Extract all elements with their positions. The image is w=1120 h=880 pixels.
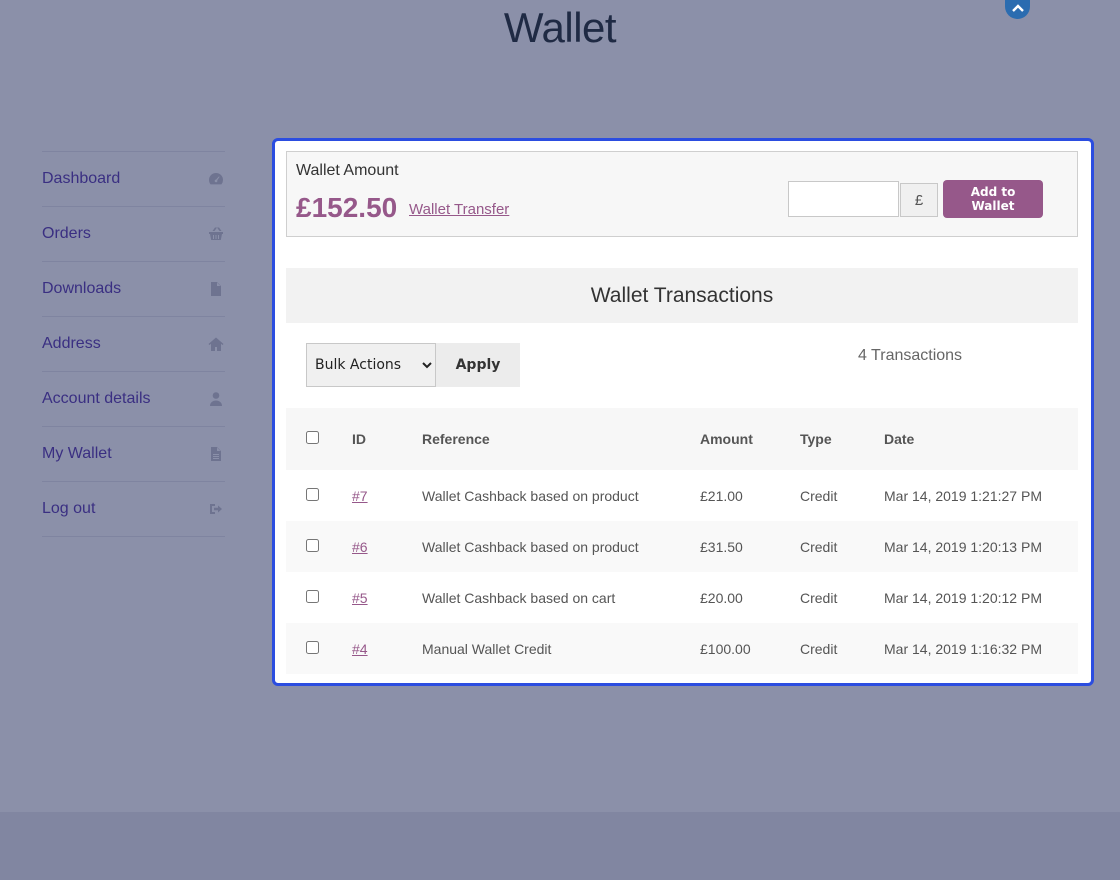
- select-all-checkbox[interactable]: [306, 431, 319, 444]
- basket-icon: [207, 225, 225, 243]
- currency-symbol: £: [900, 183, 938, 217]
- transaction-date: Mar 14, 2019 1:21:27 PM: [884, 470, 1078, 521]
- sign-out-icon: [207, 500, 225, 518]
- apply-button[interactable]: Apply: [436, 343, 520, 387]
- table-row: #7 Wallet Cashback based on product £21.…: [286, 470, 1078, 521]
- column-header-amount: Amount: [700, 408, 800, 470]
- table-header-row: ID Reference Amount Type Date: [286, 408, 1078, 470]
- transaction-reference: Wallet Cashback based on product: [422, 470, 700, 521]
- table-row: #5 Wallet Cashback based on cart £20.00 …: [286, 572, 1078, 623]
- table-row: #4 Manual Wallet Credit £100.00 Credit M…: [286, 623, 1078, 674]
- transaction-amount: £31.50: [700, 521, 800, 572]
- home-icon: [207, 335, 225, 353]
- file-text-icon: [207, 445, 225, 463]
- nav-item-label: Downloads: [42, 280, 122, 297]
- transactions-title: Wallet Transactions: [286, 268, 1078, 323]
- transaction-type: Credit: [800, 572, 884, 623]
- nav-item-label: Dashboard: [42, 170, 121, 187]
- add-amount-input[interactable]: [788, 181, 899, 217]
- transaction-type: Credit: [800, 623, 884, 674]
- footer: [0, 812, 1120, 880]
- column-header-reference: Reference: [422, 408, 700, 470]
- column-header-type: Type: [800, 408, 884, 470]
- nav-item-label: Account details: [42, 390, 151, 407]
- row-checkbox[interactable]: [306, 538, 319, 552]
- nav-item-label: Orders: [42, 225, 91, 242]
- table-row: #6 Wallet Cashback based on product £31.…: [286, 521, 1078, 572]
- transaction-amount: £21.00: [700, 470, 800, 521]
- transaction-id-link[interactable]: #5: [352, 590, 368, 606]
- nav-item-label: Log out: [42, 500, 96, 517]
- transaction-date: Mar 14, 2019 1:16:32 PM: [884, 623, 1078, 674]
- wallet-summary: Wallet Amount £152.50 Wallet Transfer £ …: [286, 151, 1078, 237]
- nav-item-address[interactable]: Address: [42, 316, 225, 371]
- bulk-actions-select[interactable]: Bulk Actions: [306, 343, 436, 387]
- nav-item-orders[interactable]: Orders: [42, 206, 225, 261]
- wallet-transfer-link[interactable]: Wallet Transfer: [409, 201, 509, 218]
- nav-item-log-out[interactable]: Log out: [42, 481, 225, 537]
- wallet-balance: £152.50: [296, 192, 398, 223]
- transactions-table: ID Reference Amount Type Date #7 Wallet …: [286, 408, 1078, 674]
- nav-item-label: Address: [42, 335, 101, 352]
- wallet-amount-label: Wallet Amount: [296, 162, 399, 179]
- nav-item-label: My Wallet: [42, 445, 112, 462]
- nav-item-account-details[interactable]: Account details: [42, 371, 225, 426]
- transaction-type: Credit: [800, 470, 884, 521]
- chevron-up-icon: [1011, 3, 1024, 12]
- transaction-reference: Wallet Cashback based on product: [422, 521, 700, 572]
- account-navigation: Dashboard Orders Downloads Address Accou…: [42, 151, 225, 537]
- select-all-cell: [286, 408, 352, 470]
- nav-item-my-wallet[interactable]: My Wallet: [42, 426, 225, 481]
- transaction-reference: Manual Wallet Credit: [422, 623, 700, 674]
- row-checkbox[interactable]: [306, 487, 319, 501]
- transactions-count: 4 Transactions: [858, 347, 963, 364]
- row-checkbox[interactable]: [306, 589, 319, 603]
- transaction-id-link[interactable]: #7: [352, 488, 368, 504]
- transaction-type: Credit: [800, 521, 884, 572]
- transaction-id-link[interactable]: #6: [352, 539, 368, 555]
- page-title: Wallet: [503, 4, 617, 51]
- user-icon: [207, 390, 225, 408]
- dashboard-icon: [207, 170, 225, 188]
- add-to-wallet-button[interactable]: Add to Wallet: [943, 180, 1043, 218]
- transaction-date: Mar 14, 2019 1:20:13 PM: [884, 521, 1078, 572]
- transaction-amount: £20.00: [700, 572, 800, 623]
- nav-item-dashboard[interactable]: Dashboard: [42, 151, 225, 206]
- transaction-reference: Wallet Cashback based on cart: [422, 572, 700, 623]
- row-checkbox[interactable]: [306, 640, 319, 654]
- nav-item-downloads[interactable]: Downloads: [42, 261, 225, 316]
- column-header-date: Date: [884, 408, 1078, 470]
- transaction-amount: £100.00: [700, 623, 800, 674]
- wallet-panel: Wallet Amount £152.50 Wallet Transfer £ …: [272, 138, 1094, 686]
- transaction-id-link[interactable]: #4: [352, 641, 368, 657]
- column-header-id: ID: [352, 408, 422, 470]
- transaction-date: Mar 14, 2019 1:20:12 PM: [884, 572, 1078, 623]
- file-icon: [207, 280, 225, 298]
